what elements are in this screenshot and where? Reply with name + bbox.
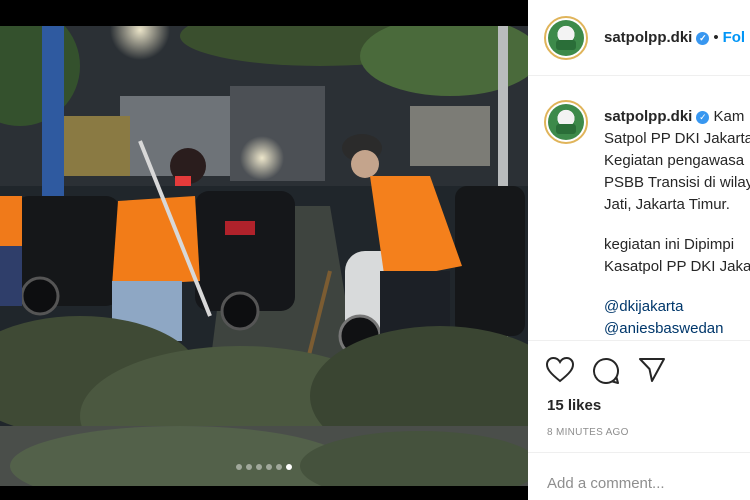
carousel-dot [256,464,262,470]
post-actions: 15 likes 8 MINUTES AGO [528,340,750,452]
caption-username[interactable]: satpolpp.dki [604,108,692,125]
paper-plane-icon[interactable] [638,357,666,385]
post-side-panel: satpolpp.dki ✓ • Fol satpolpp.dki ✓ Kam Sa… [528,0,750,500]
caption-first-line: satpolpp.dki ✓ Kam [604,106,750,128]
carousel-dot [276,464,282,470]
avatar[interactable] [544,15,588,60]
carousel-dot [246,464,252,470]
follow-button[interactable]: Fol [723,29,746,46]
carousel-dot [236,464,242,470]
carousel-indicator [0,464,528,470]
verified-badge-icon: ✓ [696,32,710,45]
caption-line: Kam [713,108,745,125]
comment-bubble-icon[interactable] [592,357,620,385]
caption-avatar[interactable] [544,100,588,144]
carousel-dot [286,464,292,470]
mention-link[interactable]: @aniesbaswedan [604,318,750,340]
comment-input[interactable] [547,475,747,492]
caption-line: Jati, Jakarta Timur. [604,196,730,213]
separator: • [713,29,719,46]
post-photo[interactable] [0,26,528,486]
caption-line: Kegiatan pengawasa [604,152,745,169]
carousel-dot [266,464,272,470]
caption-line: kegiatan ini Dipimpi [604,236,735,253]
caption-text: satpolpp.dki ✓ Kam Satpol PP DKI Jakarta … [604,106,750,340]
comment-box [528,452,750,500]
verified-badge-icon: ✓ [696,110,710,124]
caption-line: Satpol PP DKI Jakarta [604,130,750,147]
username-link[interactable]: satpolpp.dki ✓ [604,29,710,46]
post-header: satpolpp.dki ✓ • Fol [528,0,750,76]
caption-line: PSBB Transisi di wilay [604,174,750,191]
heart-icon[interactable] [546,357,574,385]
post-timestamp[interactable]: 8 MINUTES AGO [547,427,629,438]
likes-count[interactable]: 15 likes [547,397,601,414]
night-street-photo [0,26,528,486]
mention-link[interactable]: @dkijakarta [604,296,750,318]
caption-line: Kasatpol PP DKI Jaka [604,258,750,275]
